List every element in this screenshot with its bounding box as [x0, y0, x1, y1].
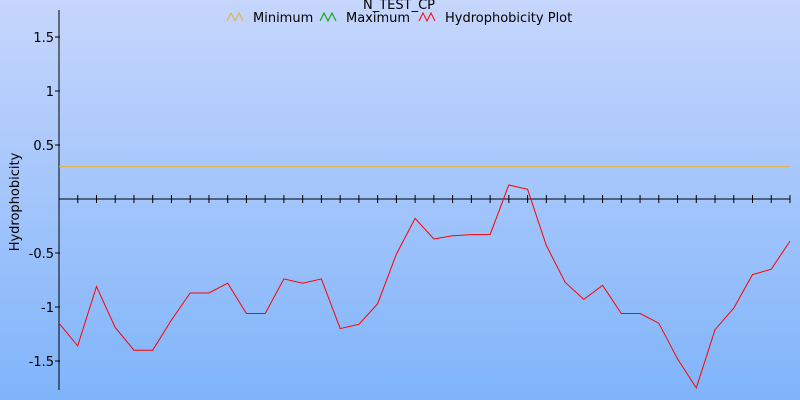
chart-background	[0, 0, 800, 400]
y-tick-label: 1	[46, 85, 54, 100]
y-tick-label: -1	[41, 301, 54, 316]
hydrophobicity-chart: N_TEST_CP Minimum Maximum Hydrophobicity…	[0, 0, 800, 400]
legend-label-minimum: Minimum	[253, 11, 313, 26]
legend-label-hydrophobicity-plot: Hydrophobicity Plot	[445, 11, 572, 26]
legend: Minimum Maximum Hydrophobicity Plot	[226, 11, 572, 26]
legend-label-maximum: Maximum	[346, 11, 410, 26]
y-tick-label: -0.5	[29, 247, 54, 262]
y-tick-label: 1.5	[33, 31, 54, 46]
y-tick-label: -1.5	[29, 355, 54, 370]
y-axis-label: Hydrophobicity	[8, 152, 23, 251]
y-tick-label: 0.5	[33, 139, 54, 154]
